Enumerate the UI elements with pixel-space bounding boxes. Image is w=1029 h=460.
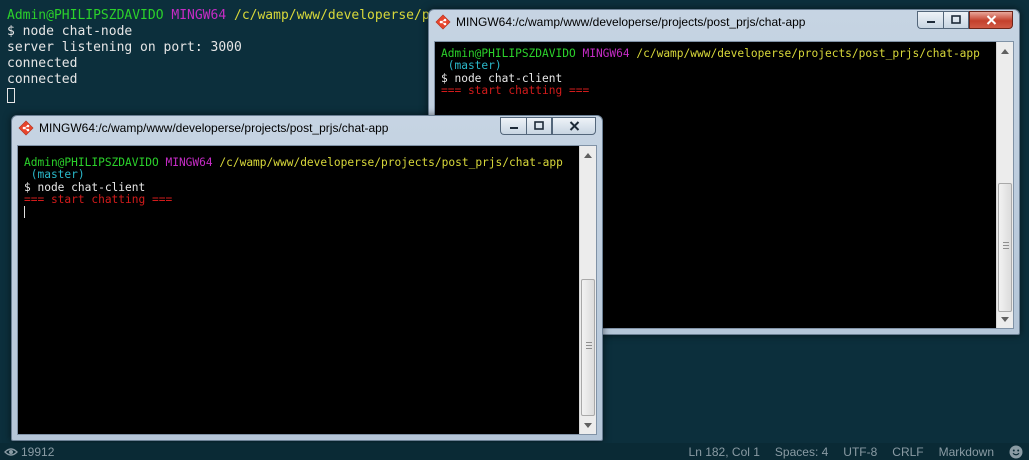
language-mode[interactable]: Markdown (939, 445, 994, 459)
terminal-output[interactable]: Admin@PHILIPSZDAVIDO MINGW64 /c/wamp/www… (18, 151, 569, 225)
prompt-user: Admin@PHILIPSZDAVIDO (7, 8, 164, 23)
minimize-button[interactable] (500, 117, 526, 135)
maximize-button[interactable] (526, 117, 552, 135)
eye-icon (4, 447, 18, 457)
git-diamond-icon (18, 120, 34, 136)
prompt-path: /c/wamp/www/developerse/projects/post_pr… (219, 156, 563, 169)
maximize-button[interactable] (943, 11, 969, 29)
terminal-window-left[interactable]: MINGW64:/c/wamp/www/developerse/projects… (11, 115, 603, 441)
command-line: $ node chat-client (441, 71, 563, 85)
window-titlebar[interactable]: MINGW64:/c/wamp/www/developerse/projects… (12, 116, 602, 140)
window-title: MINGW64:/c/wamp/www/developerse/projects… (456, 15, 806, 29)
prompt-user: Admin@PHILIPSZDAVIDO (24, 156, 159, 169)
view-count: 19912 (21, 445, 55, 459)
git-branch: (master) (441, 59, 502, 73)
close-icon (569, 121, 579, 131)
git-diamond-icon (435, 14, 451, 30)
terminal-line: connected (7, 56, 78, 71)
close-button[interactable] (552, 117, 596, 135)
line-ending-setting[interactable]: CRLF (892, 445, 923, 459)
terminal-client-area[interactable]: Admin@PHILIPSZDAVIDO MINGW64 /c/wamp/www… (17, 145, 597, 435)
scroll-up-arrow-icon[interactable] (997, 43, 1013, 59)
prompt-user: Admin@PHILIPSZDAVIDO (441, 47, 576, 60)
feedback-smiley-icon[interactable] (1009, 445, 1023, 459)
close-icon (986, 15, 996, 25)
cursor-position[interactable]: Ln 182, Col 1 (689, 445, 760, 459)
prompt-path: /c/wamp/www/developerse/proje (234, 8, 461, 23)
minimize-button[interactable] (917, 11, 943, 29)
prompt-env: MINGW64 (165, 156, 213, 169)
git-branch: (master) (24, 168, 85, 182)
terminal-cursor (24, 206, 25, 219)
prompt-env: MINGW64 (171, 8, 227, 23)
terminal-line: server listening on port: 3000 (7, 40, 242, 55)
minimize-icon (926, 21, 935, 23)
minimize-icon (509, 127, 518, 129)
prompt-env: MINGW64 (582, 47, 630, 60)
chat-banner: === start chatting === (24, 192, 173, 206)
scrollbar-thumb[interactable] (998, 183, 1012, 312)
scroll-up-arrow-icon[interactable] (580, 147, 596, 163)
status-bar: 19912 Ln 182, Col 1 Spaces: 4 UTF-8 CRLF… (0, 443, 1029, 460)
terminal-output[interactable]: Admin@PHILIPSZDAVIDO MINGW64 /c/wamp/www… (435, 42, 986, 103)
scroll-down-arrow-icon[interactable] (997, 311, 1013, 327)
terminal-cursor (7, 88, 15, 103)
maximize-icon (951, 15, 961, 24)
command-line: $ node chat-client (24, 180, 146, 194)
scroll-down-arrow-icon[interactable] (580, 417, 596, 433)
encoding-setting[interactable]: UTF-8 (843, 445, 877, 459)
maximize-icon (534, 121, 544, 130)
prompt-path: /c/wamp/www/developerse/projects/post_pr… (636, 47, 980, 60)
window-titlebar[interactable]: MINGW64:/c/wamp/www/developerse/projects… (429, 10, 1019, 34)
indentation-setting[interactable]: Spaces: 4 (775, 445, 828, 459)
close-button[interactable] (969, 11, 1013, 29)
terminal-line: $ node chat-node (7, 24, 133, 39)
terminal-line: connected (7, 72, 78, 87)
vertical-scrollbar[interactable] (579, 146, 596, 434)
scrollbar-thumb[interactable] (581, 279, 595, 416)
chat-banner: === start chatting === (441, 83, 590, 97)
window-title: MINGW64:/c/wamp/www/developerse/projects… (39, 121, 389, 135)
vertical-scrollbar[interactable] (996, 42, 1013, 328)
